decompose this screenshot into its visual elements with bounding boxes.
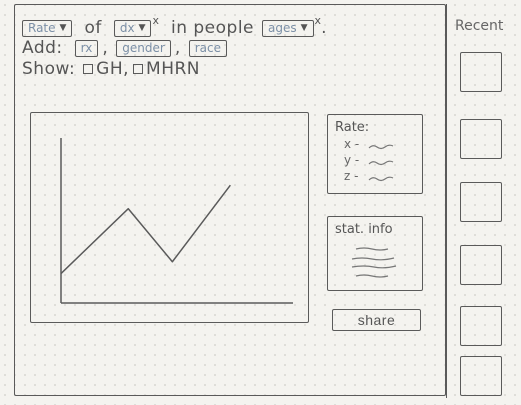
add-row: Add: rx , gender , race [22, 38, 227, 58]
squiggle-icon [368, 144, 394, 150]
remove-dx-icon[interactable]: x [152, 14, 159, 27]
separator: , [174, 38, 181, 58]
show-gh-checkbox[interactable]: GH [83, 59, 123, 79]
recent-thumbnail[interactable] [460, 306, 502, 346]
add-chip-race[interactable]: race [188, 39, 227, 57]
show-gh-label: GH [96, 59, 124, 79]
chart-panel [30, 112, 309, 323]
query-row: Rate ▼ of dx ▼ x in people ages ▼ x . [22, 14, 327, 38]
share-button[interactable]: share [332, 309, 421, 331]
show-row: Show: GH , MHRN [22, 59, 200, 79]
recent-thumbnail[interactable] [460, 245, 502, 285]
legend-card: Rate: x - y - z - [327, 114, 423, 194]
checkbox-icon [133, 64, 144, 74]
legend-item-x: x - [344, 137, 360, 151]
recent-title: Recent [455, 18, 504, 34]
line-chart [60, 138, 293, 304]
recent-thumbnail[interactable] [460, 52, 502, 92]
add-chip-rx[interactable]: rx [74, 39, 99, 57]
legend-title: Rate: [335, 120, 370, 135]
dx-select-value: dx [119, 21, 135, 35]
recent-thumbnail[interactable] [460, 182, 502, 222]
show-mhrn-checkbox[interactable]: MHRN [133, 59, 200, 79]
query-controls: Rate ▼ of dx ▼ x in people ages ▼ x . Ad… [22, 14, 442, 98]
end-period: . [321, 18, 327, 38]
chevron-down-icon: ▼ [138, 23, 146, 33]
ages-select-value: ages [268, 21, 297, 35]
checkbox-icon [83, 64, 94, 74]
ages-select[interactable]: ages ▼ [262, 19, 314, 37]
separator: , [123, 59, 130, 79]
recent-thumbnail[interactable] [460, 356, 502, 396]
show-mhrn-label: MHRN [146, 59, 201, 79]
squiggle-icon [368, 160, 394, 166]
in-people-text: in people [170, 18, 255, 38]
stat-info-title: stat. info [335, 222, 393, 237]
rate-select-value: Rate [28, 21, 56, 35]
add-label: Add: [22, 38, 63, 58]
chevron-down-icon: ▼ [300, 23, 308, 33]
of-text: of [84, 18, 102, 38]
dx-select[interactable]: dx ▼ [113, 19, 152, 37]
rate-select[interactable]: Rate ▼ [22, 19, 73, 37]
recent-thumbnail[interactable] [460, 119, 502, 159]
chevron-down-icon: ▼ [59, 23, 67, 33]
legend-item-y: y - [344, 153, 360, 167]
squiggle-icon [368, 176, 394, 182]
share-button-label: share [357, 312, 396, 328]
series-line-0 [60, 184, 231, 275]
separator: , [102, 38, 109, 58]
remove-ages-icon[interactable]: x [315, 14, 322, 27]
text-lines-icon [351, 247, 397, 278]
recent-sidebar: Recent [446, 4, 521, 398]
legend-item-z: z - [344, 169, 359, 183]
add-chip-gender[interactable]: gender [116, 39, 171, 57]
show-label: Show: [22, 59, 76, 79]
stat-info-card: stat. info [327, 216, 423, 291]
